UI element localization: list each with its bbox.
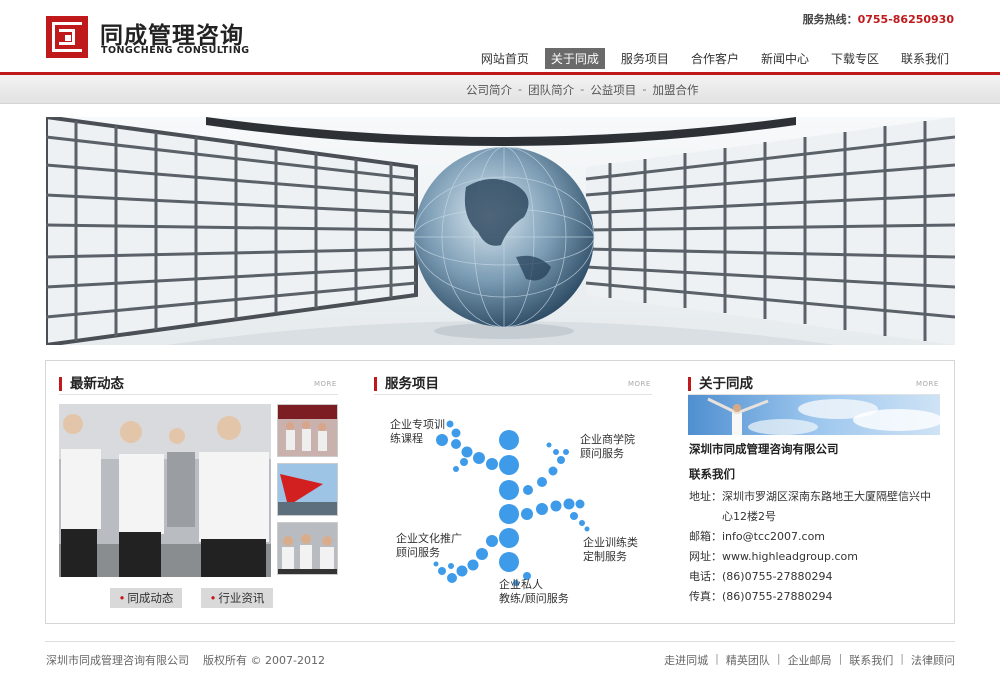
address-label: 地址： xyxy=(689,490,722,503)
footer-link-contact[interactable]: 联系我们 xyxy=(849,652,893,668)
footer-link-mail[interactable]: 企业邮局 xyxy=(788,652,832,668)
phone-value: (86)0755-27880294 xyxy=(722,570,833,583)
subnav-partnership[interactable]: 加盟合作 xyxy=(652,82,698,98)
nav-item-clients[interactable]: 合作客户 xyxy=(685,48,745,69)
service-culture-promotion[interactable]: 企业文化推广 顾问服务 xyxy=(396,532,462,560)
about-banner-image xyxy=(688,395,940,435)
service-label-line: 顾问服务 xyxy=(396,546,440,559)
footer-company: 深圳市同成管理咨询有限公司 xyxy=(46,654,189,667)
phone-label: 电话： xyxy=(689,570,722,583)
service-label-line: 企业文化推广 xyxy=(396,532,462,545)
about-title: 关于同成 xyxy=(688,377,753,391)
footer-link-about[interactable]: 走进同城 xyxy=(664,652,708,668)
footer-divider xyxy=(45,641,955,642)
service-label-line: 定制服务 xyxy=(583,550,627,563)
subnav-separator: - xyxy=(642,82,647,96)
brand-name-en: TONGCHENG CONSULTING xyxy=(101,45,250,56)
site-header: 同成管理咨询 TONGCHENG CONSULTING 服务热线：0755-86… xyxy=(0,0,1000,76)
subnav-separator: - xyxy=(518,82,523,96)
footer-copyright-text: 版权所有 © 2007-2012 xyxy=(203,654,325,667)
hotline-number: 0755-86250930 xyxy=(857,13,954,26)
footer-separator: | xyxy=(838,652,843,665)
contact-email: 邮箱：info@tcc2007.com xyxy=(689,528,825,544)
subnav-bar: 公司简介 - 团队简介 - 公益项目 - 加盟合作 xyxy=(0,75,1000,104)
service-special-training[interactable]: 企业专项训 练课程 xyxy=(390,418,445,446)
subnav-team-intro[interactable]: 团队简介 xyxy=(528,82,574,98)
hero-banner xyxy=(46,117,955,345)
hotline-label: 服务热线： xyxy=(802,13,858,26)
service-label-line: 顾问服务 xyxy=(580,447,624,460)
footer-copyright: 深圳市同成管理咨询有限公司 版权所有 © 2007-2012 xyxy=(46,652,325,668)
service-label-line: 练课程 xyxy=(390,432,423,445)
service-label-line: 企业私人 xyxy=(499,578,543,591)
nav-item-downloads[interactable]: 下载专区 xyxy=(825,48,885,69)
email-label: 邮箱： xyxy=(689,530,722,543)
contact-address: 地址：深圳市罗湖区深南东路地王大厦隔壁信兴中 xyxy=(689,488,931,504)
website-value[interactable]: www.highleadgroup.com xyxy=(722,550,858,563)
nav-item-about[interactable]: 关于同成 xyxy=(544,48,605,69)
content-panel: 最新动态 MORE • 同成动态 • 行业资讯 服务项目 MORE 企业专项训 … xyxy=(45,360,955,624)
footer-separator: | xyxy=(776,652,781,665)
nav-item-contact[interactable]: 联系我们 xyxy=(895,48,955,69)
contact-phone: 电话：(86)0755-27880294 xyxy=(689,568,833,584)
subnav-separator: - xyxy=(580,82,585,96)
email-value[interactable]: info@tcc2007.com xyxy=(722,530,825,543)
fax-label: 传真： xyxy=(689,590,722,603)
service-label-line: 企业专项训 xyxy=(390,418,445,431)
footer-separator: | xyxy=(900,652,904,665)
footer-link-legal[interactable]: 法律顾问 xyxy=(911,652,955,668)
about-more-link[interactable]: MORE xyxy=(916,380,939,388)
nav-item-home[interactable]: 网站首页 xyxy=(475,48,535,69)
address-line1: 深圳市罗湖区深南东路地王大厦隔壁信兴中 xyxy=(722,490,931,503)
service-business-school[interactable]: 企业商学院 顾问服务 xyxy=(580,433,635,461)
nav-item-services[interactable]: 服务项目 xyxy=(615,48,675,69)
service-label-line: 企业商学院 xyxy=(580,433,635,446)
contact-address-cont: 心12楼2号 xyxy=(722,508,776,524)
service-label-line: 企业训练类 xyxy=(583,536,638,549)
service-custom-training[interactable]: 企业训练类 定制服务 xyxy=(583,536,638,564)
contact-fax: 传真：(86)0755-27880294 xyxy=(689,588,833,604)
nav-item-news[interactable]: 新闻中心 xyxy=(755,48,815,69)
website-label: 网址： xyxy=(689,550,722,563)
subnav-company-intro[interactable]: 公司简介 xyxy=(466,82,512,98)
footer-link-team[interactable]: 精英团队 xyxy=(726,652,770,668)
contact-heading: 联系我们 xyxy=(689,467,735,481)
contact-website: 网址：www.highleadgroup.com xyxy=(689,548,858,564)
fax-value: (86)0755-27880294 xyxy=(722,590,833,603)
hotline: 服务热线：0755-86250930 xyxy=(803,11,954,27)
subnav-charity[interactable]: 公益项目 xyxy=(590,82,636,98)
footer-links: 走进同城 | 精英团队 | 企业邮局 | 联系我们 | 法律顾问 xyxy=(664,652,955,668)
logo-icon[interactable] xyxy=(46,16,88,58)
service-label-line: 教练/顾问服务 xyxy=(499,592,569,605)
footer-separator: | xyxy=(715,652,719,665)
address-line2: 心12楼2号 xyxy=(722,510,776,523)
company-name: 深圳市同成管理咨询有限公司 xyxy=(689,442,839,456)
globe-screens-image xyxy=(46,117,955,345)
service-private-coaching[interactable]: 企业私人 教练/顾问服务 xyxy=(499,578,569,606)
subnav: 公司简介 - 团队简介 - 公益项目 - 加盟合作 xyxy=(466,82,698,98)
main-nav: 网站首页 关于同成 服务项目 合作客户 新闻中心 下载专区 联系我们 xyxy=(465,48,955,69)
